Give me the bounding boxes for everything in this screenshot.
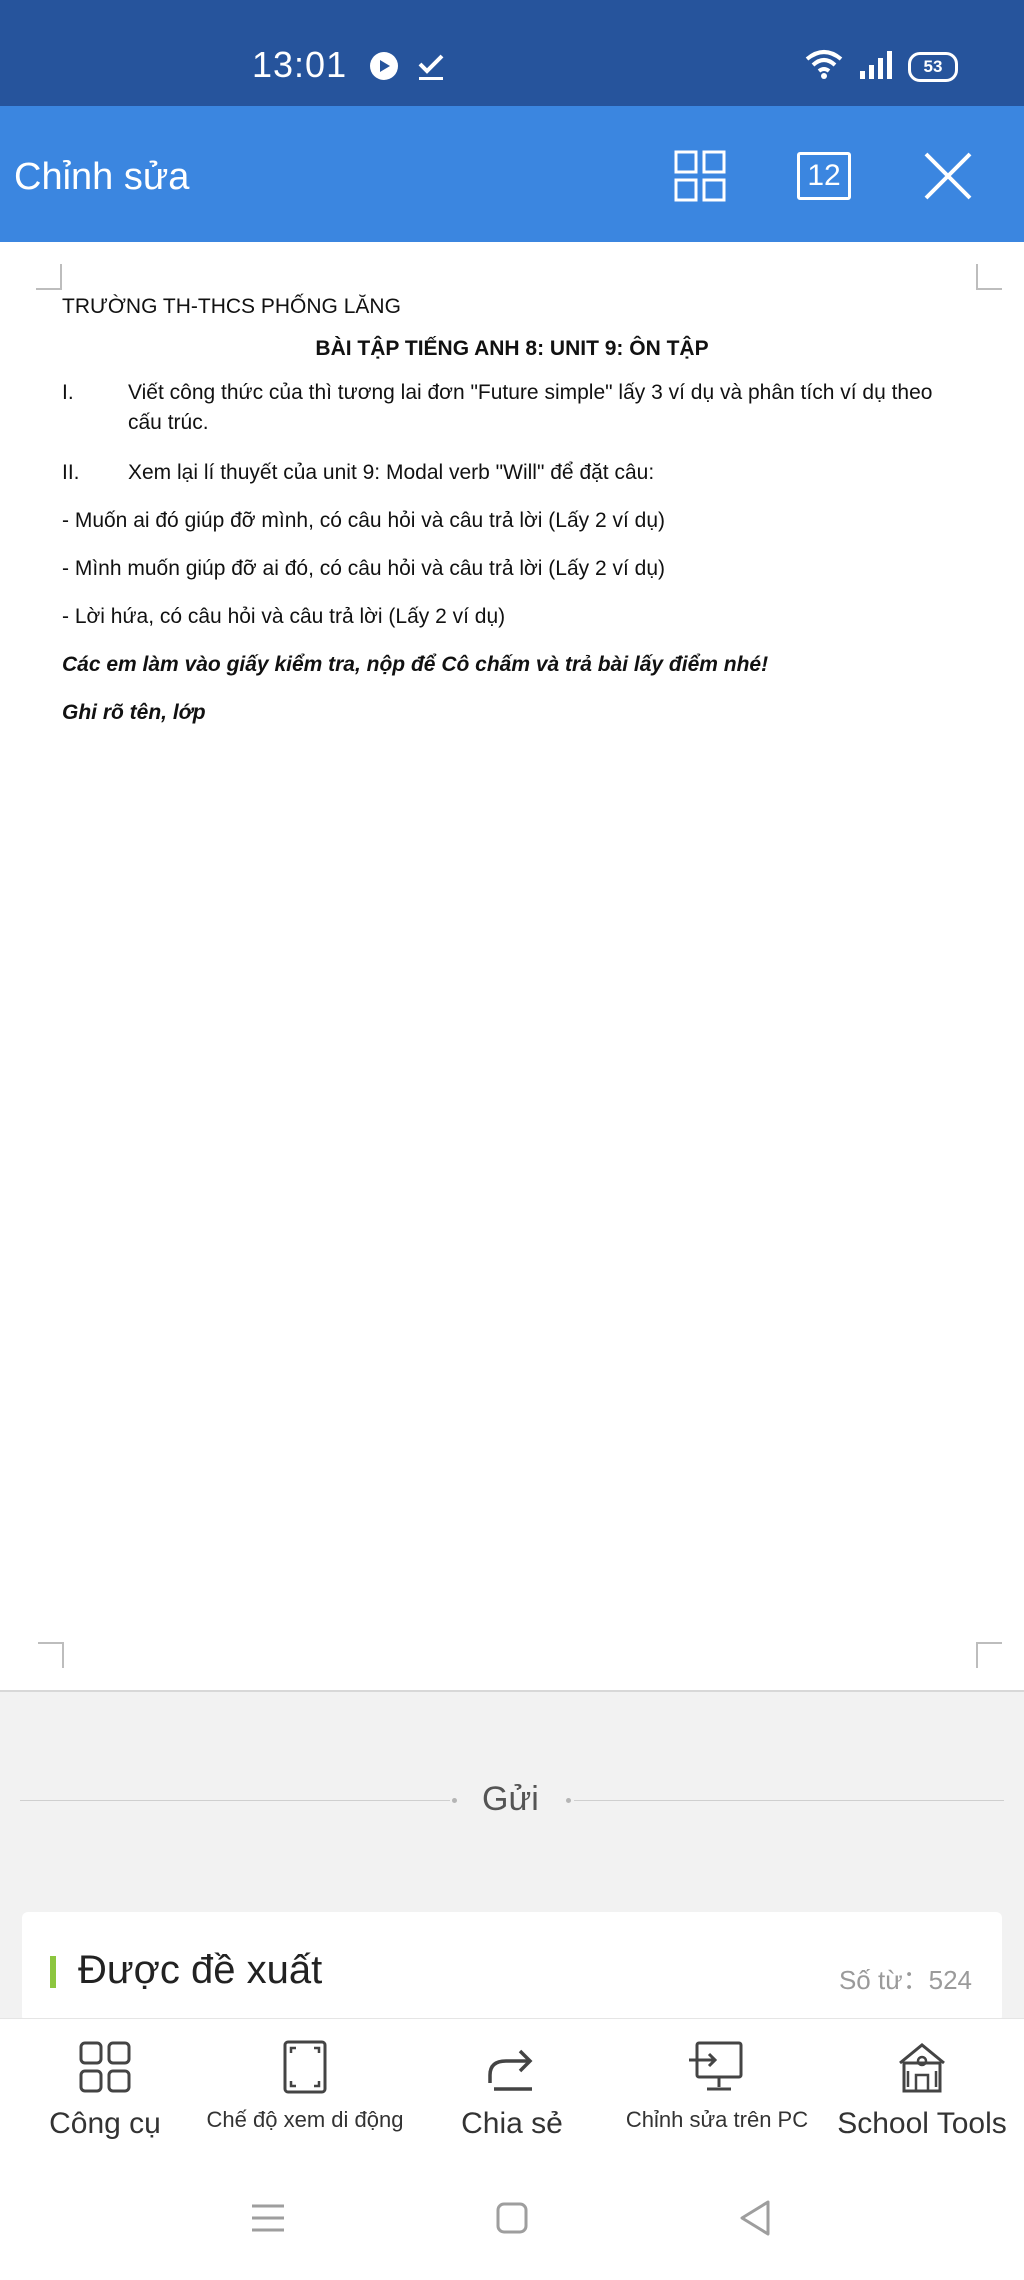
item-text: Viết công thức của thì tương lai đơn "Fu… <box>128 381 933 434</box>
tools-icon <box>40 2037 170 2097</box>
edit-on-pc-button[interactable]: Chỉnh sửa trên PC <box>614 2037 820 2133</box>
back-nav-button[interactable] <box>732 2196 776 2240</box>
list-item: I. Viết công thức của thì tương lai đơn … <box>62 378 962 438</box>
share-label: Chia sẻ <box>461 2107 563 2140</box>
app-bar: Chỉnh sửa 12 <box>0 106 1024 242</box>
page-number: 12 <box>797 152 851 200</box>
document-heading: BÀI TẬP TIẾNG ANH 8: UNIT 9: ÔN TẬP <box>315 337 709 360</box>
close-button[interactable] <box>916 144 980 208</box>
school-tools-label: School Tools <box>837 2107 1007 2140</box>
page-count-button[interactable]: 12 <box>792 144 856 208</box>
divider-line <box>574 1800 1004 1801</box>
edit-title[interactable]: Chỉnh sửa <box>14 156 189 199</box>
page-corner-mark <box>976 1642 1002 1668</box>
item-text: Xem lại lí thuyết của unit 9: Modal verb… <box>128 461 655 484</box>
accent-bar <box>50 1956 56 1988</box>
close-icon <box>924 152 972 200</box>
menu-icon <box>252 2204 284 2232</box>
battery-icon: 53 <box>908 51 958 82</box>
bullet-line: - Lời hứa, có câu hỏi và câu trả lời (Lấ… <box>62 605 506 628</box>
document-page[interactable]: TRƯỜNG TH-THCS PHỐNG LĂNG BÀI TẬP TIẾNG … <box>0 242 1024 1692</box>
download-done-icon <box>416 50 446 87</box>
divider-dot <box>452 1798 457 1803</box>
tools-button[interactable]: Công cụ <box>40 2037 170 2141</box>
divider-line <box>20 1800 450 1801</box>
document-text: TRƯỜNG TH-THCS PHỐNG LĂNG BÀI TẬP TIẾNG … <box>62 292 962 728</box>
edit-on-pc-label: Chỉnh sửa trên PC <box>625 2107 809 2132</box>
send-label[interactable]: Gửi <box>482 1780 539 1819</box>
share-icon <box>450 2037 574 2097</box>
home-icon <box>496 2202 528 2234</box>
mobile-view-label: Chế độ xem di động <box>206 2107 404 2132</box>
divider-dot <box>566 1798 571 1803</box>
grid-icon <box>674 150 726 202</box>
school-icon <box>832 2037 1012 2097</box>
desktop-icon <box>614 2037 820 2097</box>
item-number: II. <box>62 461 80 484</box>
status-bar: 13:01 53 <box>0 0 1024 106</box>
bullet-line: - Muốn ai đó giúp đỡ mình, có câu hỏi và… <box>62 509 666 532</box>
page-corner-mark <box>976 264 1002 290</box>
share-button[interactable]: Chia sẻ <box>450 2037 574 2141</box>
mobile-view-icon <box>200 2037 410 2097</box>
school-name: TRƯỜNG TH-THCS PHỐNG LĂNG <box>62 295 401 318</box>
tools-label: Công cụ <box>49 2107 161 2140</box>
page-corner-mark <box>36 264 62 290</box>
media-icon <box>368 50 400 87</box>
menu-nav-button[interactable] <box>246 2196 290 2240</box>
recommended-title: Được đề xuất <box>78 1948 323 1992</box>
page-corner-mark <box>38 1642 64 1668</box>
wifi-icon <box>804 48 844 85</box>
bottom-toolbar: Công cụ Chế độ xem di động Chia sẻ Chỉnh… <box>0 2018 1024 2156</box>
signal-icon <box>858 49 894 84</box>
recommended-section[interactable]: Được đề xuất Số từ：524 <box>22 1912 1002 2022</box>
send-divider: Gửi <box>0 1770 1024 1830</box>
grid-view-button[interactable] <box>668 144 732 208</box>
item-number: I. <box>62 381 74 404</box>
status-icons: 53 <box>804 48 958 85</box>
bullet-line: - Mình muốn giúp đỡ ai đó, có câu hỏi và… <box>62 557 666 580</box>
instruction-note: Các em làm vào giấy kiểm tra, nộp để Cô … <box>62 653 769 676</box>
home-nav-button[interactable] <box>490 2196 534 2240</box>
mobile-view-button[interactable]: Chế độ xem di động <box>200 2037 410 2133</box>
word-count: Số từ：524 <box>838 1965 972 1995</box>
clock: 13:01 <box>252 44 348 85</box>
back-icon <box>740 2200 770 2236</box>
system-nav-bar <box>0 2156 1024 2280</box>
list-item: II. Xem lại lí thuyết của unit 9: Modal … <box>62 458 962 488</box>
name-class-note: Ghi rõ tên, lớp <box>62 701 206 724</box>
school-tools-button[interactable]: School Tools <box>832 2037 1012 2141</box>
